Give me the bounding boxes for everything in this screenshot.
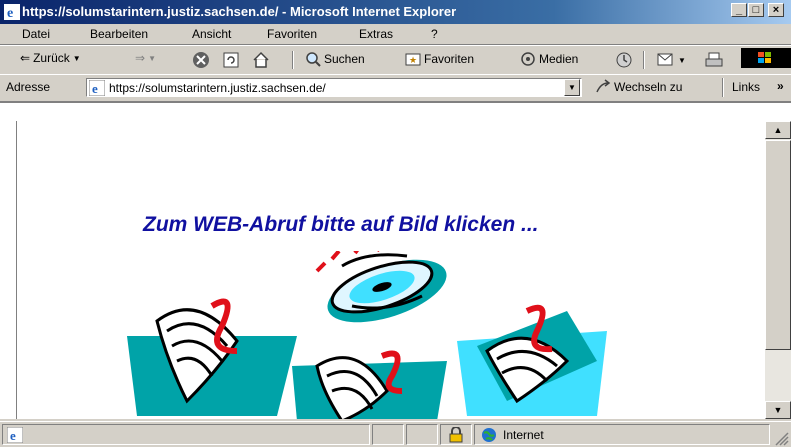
stop-icon — [193, 52, 209, 68]
chevron-down-icon: ▼ — [568, 83, 576, 92]
book-middle-icon — [292, 350, 447, 419]
menu-bar: Datei Bearbeiten Ansicht Favoriten Extra… — [0, 24, 791, 68]
lock-icon — [449, 427, 463, 443]
address-input[interactable]: e https://solumstarintern.justiz.sachsen… — [86, 78, 582, 97]
close-button[interactable]: × — [768, 3, 784, 17]
toolbar-more-chevron[interactable]: » — [775, 51, 782, 65]
media-icon — [521, 52, 535, 66]
books-cd-clipart-link[interactable] — [127, 251, 627, 419]
forward-button[interactable]: ⇒ ▼ — [135, 51, 156, 65]
go-arrow-icon — [596, 79, 611, 93]
window-title: https://solumstarintern.justiz.sachsen.d… — [22, 4, 457, 19]
print-icon — [705, 52, 723, 67]
media-label: Medien — [539, 52, 579, 66]
scrollbar-thumb[interactable] — [765, 140, 791, 350]
back-arrow-icon: ⇐ — [20, 51, 31, 65]
address-url: https://solumstarintern.justiz.sachsen.d… — [109, 81, 326, 95]
globe-icon — [482, 428, 496, 442]
mail-button[interactable]: ▼ — [657, 51, 686, 69]
go-button[interactable]: Wechseln zu — [595, 79, 682, 95]
address-dropdown-button[interactable]: ▼ — [564, 79, 580, 96]
toolbar-separator — [643, 51, 645, 69]
page-content: Zum WEB-Abruf bitte auf Bild klicken ... — [17, 121, 765, 419]
links-button[interactable]: Links — [732, 80, 760, 94]
chevron-down-icon: ▼ — [72, 53, 81, 63]
menu-datei[interactable]: Datei — [22, 27, 50, 41]
toolbar: ⇐ Zurück ▼ ⇒ ▼ Suchen ★ Favoriten Medien… — [0, 45, 791, 75]
minimize-button[interactable]: _ — [731, 3, 747, 17]
svg-text:e: e — [92, 81, 98, 96]
favorites-icon: ★ — [405, 53, 421, 66]
book-left-icon — [127, 298, 297, 416]
favorites-button[interactable]: ★ Favoriten — [405, 51, 474, 67]
favorites-label: Favoriten — [424, 52, 475, 66]
menu-bearbeiten[interactable]: Bearbeiten — [90, 27, 148, 41]
content-left-edge — [0, 121, 17, 419]
status-pane — [440, 424, 472, 445]
resize-grip-icon[interactable] — [773, 430, 789, 446]
media-button[interactable]: Medien — [520, 51, 578, 67]
search-label: Suchen — [324, 52, 365, 66]
scroll-up-button[interactable]: ▲ — [765, 121, 791, 139]
search-icon — [306, 52, 321, 67]
page-headline: Zum WEB-Abruf bitte auf Bild klicken ... — [143, 213, 539, 236]
address-label: Adresse — [6, 80, 51, 94]
back-button[interactable]: ⇐ Zurück ▼ — [20, 51, 81, 65]
status-pane — [406, 424, 438, 445]
refresh-button[interactable] — [222, 51, 240, 69]
menu-favoriten[interactable]: Favoriten — [267, 27, 317, 41]
book-right-icon — [457, 304, 607, 416]
status-text-pane: e — [2, 424, 370, 445]
chevron-down-icon: ▼ — [148, 53, 156, 63]
forward-arrow-icon: ⇒ — [135, 51, 146, 65]
address-separator — [722, 78, 724, 97]
print-button[interactable] — [705, 51, 723, 69]
ie-page-icon: e — [7, 427, 23, 443]
chevron-down-icon: ▼ — [678, 55, 686, 65]
zone-pane: Internet — [474, 424, 770, 445]
zone-label: Internet — [503, 428, 544, 442]
content-top-edge — [0, 101, 791, 121]
history-icon — [616, 52, 632, 68]
home-icon — [253, 51, 269, 68]
menu-ansicht[interactable]: Ansicht — [192, 27, 231, 41]
stop-button[interactable] — [192, 51, 210, 69]
svg-text:★: ★ — [409, 55, 417, 65]
status-pane — [372, 424, 404, 445]
ie-icon: e — [4, 4, 20, 20]
refresh-icon — [223, 52, 239, 68]
ie-page-icon: e — [89, 80, 105, 96]
toolbar-separator — [292, 51, 294, 69]
mail-icon — [657, 53, 673, 66]
back-label: Zurück — [33, 51, 70, 65]
links-more-chevron[interactable]: » — [777, 79, 784, 93]
svg-text:e: e — [7, 6, 13, 20]
address-bar: Adresse e https://solumstarintern.justiz… — [0, 74, 791, 102]
home-button[interactable] — [252, 51, 270, 69]
search-button[interactable]: Suchen — [305, 51, 365, 67]
menu-extras[interactable]: Extras — [359, 27, 393, 41]
chevron-up-icon: ▲ — [773, 125, 783, 135]
title-bar[interactable]: e https://solumstarintern.justiz.sachsen… — [0, 0, 791, 24]
go-label: Wechseln zu — [614, 80, 683, 94]
chevron-down-icon: ▼ — [773, 405, 783, 415]
scroll-down-button[interactable]: ▼ — [765, 401, 791, 419]
svg-text:e: e — [10, 428, 16, 443]
status-bar: e Internet — [0, 421, 791, 447]
cd-icon — [315, 251, 447, 323]
maximize-button[interactable]: □ — [748, 3, 764, 17]
menu-help[interactable]: ? — [431, 27, 438, 41]
history-button[interactable] — [615, 51, 633, 69]
